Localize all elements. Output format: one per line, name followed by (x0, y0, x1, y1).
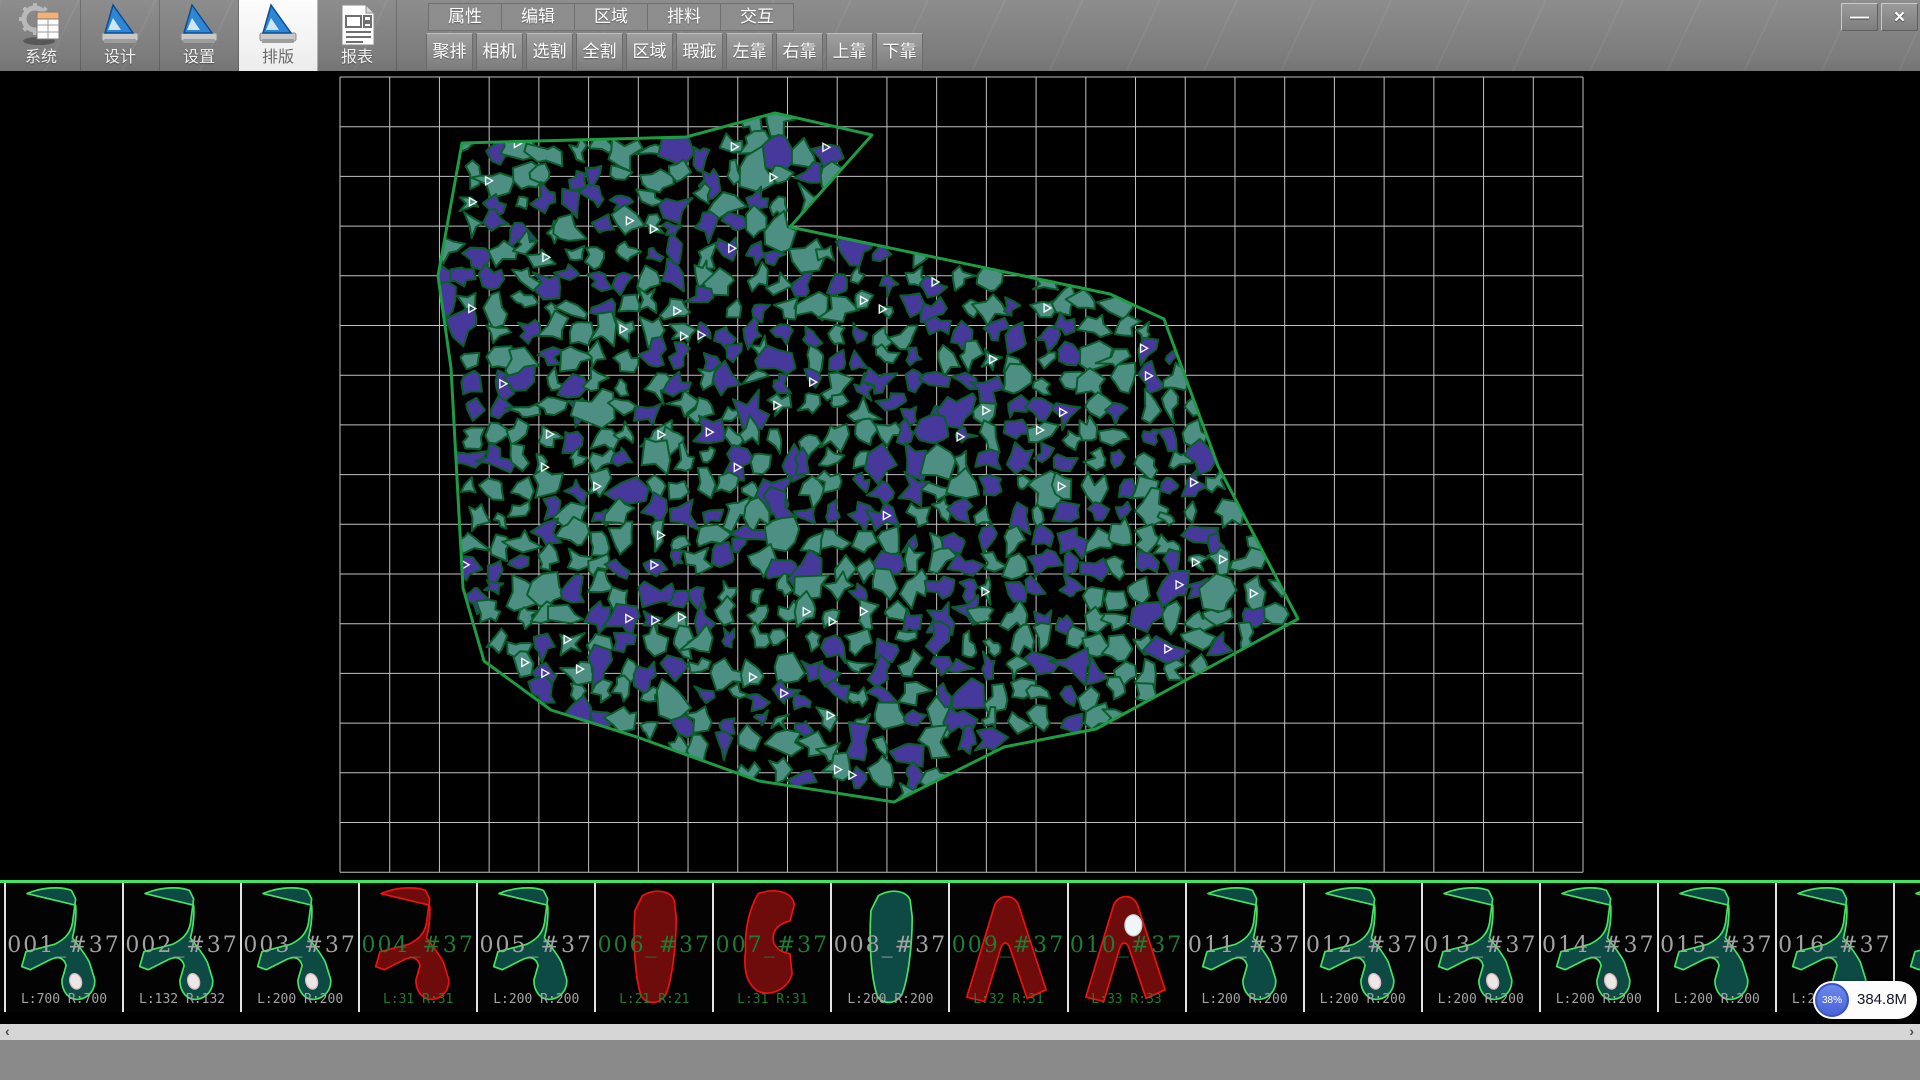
piece-shape (714, 883, 830, 1012)
app-button-label: 排版 (262, 48, 294, 68)
app-button-nesting-ruler[interactable]: 排版 (239, 0, 318, 71)
piece-thumbnail-004-37[interactable]: 004_#37L:31 R:31 (358, 883, 476, 1012)
app-button-settings-ruler[interactable]: 设置 (160, 0, 239, 71)
piece-shape (832, 883, 948, 1012)
piece-thumbnail-009-37[interactable]: 009_#37L:32 R:31 (948, 883, 1066, 1012)
tool-button-4[interactable]: 区域 (626, 33, 673, 71)
menu-tab-0[interactable]: 属性 (428, 3, 502, 31)
tool-button-9[interactable]: 下靠 (876, 33, 923, 71)
piece-shape (6, 883, 122, 1012)
menu-tab-2[interactable]: 区域 (574, 3, 648, 31)
status-bar (0, 1040, 1920, 1080)
piece-shape (596, 883, 712, 1012)
piece-shape (360, 883, 476, 1012)
ribbon-toolbar: 系统 设计 设置 排版 报表 属性编辑区域排料交互 聚排相机选割全割区域瑕疵左靠… (0, 0, 1920, 72)
piece-shape (950, 883, 1066, 1012)
tool-button-6[interactable]: 左靠 (726, 33, 773, 71)
menu-tab-row: 属性编辑区域排料交互 (428, 3, 793, 29)
horizontal-scrollbar[interactable]: ‹ › (0, 1024, 1920, 1040)
close-button[interactable]: × (1881, 3, 1918, 31)
application-window: 系统 设计 设置 排版 报表 属性编辑区域排料交互 聚排相机选割全割区域瑕疵左靠… (0, 0, 1920, 1080)
piece-thumbnail-012-37[interactable]: 012_#37L:200 R:200 (1303, 883, 1421, 1012)
app-button-report[interactable]: 报表 (318, 0, 397, 71)
piece-shape (242, 883, 358, 1012)
tool-button-8[interactable]: 上靠 (826, 33, 873, 71)
nesting-layout-drawing (0, 71, 1920, 880)
piece-thumbnail-001-37[interactable]: 001_#37L:700 R:700 (4, 883, 122, 1012)
progress-circle: 38% (1815, 983, 1849, 1017)
piece-thumbnail-strip: 001_#37L:700 R:700002_#37L:132 R:132003_… (0, 883, 1920, 1012)
app-button-system-gear[interactable]: 系统 (2, 0, 81, 71)
settings-ruler-icon (176, 2, 222, 48)
tool-button-0[interactable]: 聚排 (426, 33, 473, 71)
menu-tab-1[interactable]: 编辑 (501, 3, 575, 31)
tool-button-5[interactable]: 瑕疵 (676, 33, 723, 71)
system-gear-icon (17, 2, 65, 48)
nesting-ruler-icon (255, 2, 301, 48)
app-button-label: 系统 (25, 48, 57, 68)
app-button-label: 设置 (183, 48, 215, 68)
app-button-design-ruler[interactable]: 设计 (81, 0, 160, 71)
tool-button-1[interactable]: 相机 (476, 33, 523, 71)
menu-tab-4[interactable]: 交互 (720, 3, 794, 31)
piece-shape (1305, 883, 1421, 1012)
piece-shape (1187, 883, 1303, 1012)
piece-thumbnail-013-37[interactable]: 013_#37L:200 R:200 (1421, 883, 1539, 1012)
piece-shape (1659, 883, 1775, 1012)
piece-thumbnail-006-37[interactable]: 006_#37L:21 R:21 (594, 883, 712, 1012)
piece-thumbnail-011-37[interactable]: 011_#37L:200 R:200 (1185, 883, 1303, 1012)
minimize-button[interactable]: — (1841, 3, 1878, 31)
piece-thumbnail-014-37[interactable]: 014_#37L:200 R:200 (1539, 883, 1657, 1012)
nesting-canvas[interactable] (0, 71, 1920, 880)
tool-button-2[interactable]: 选割 (526, 33, 573, 71)
tool-button-row: 聚排相机选割全割区域瑕疵左靠右靠上靠下靠 (426, 33, 926, 69)
piece-thumbnail-015-37[interactable]: 015_#37L:200 R:200 (1657, 883, 1775, 1012)
piece-shape (1069, 883, 1185, 1012)
app-button-label: 设计 (104, 48, 136, 68)
piece-shape (1541, 883, 1657, 1012)
tool-button-7[interactable]: 右靠 (776, 33, 823, 71)
piece-thumbnail-002-37[interactable]: 002_#37L:132 R:132 (122, 883, 240, 1012)
memory-status-badge: 38% 384.8M (1813, 981, 1917, 1019)
menu-tab-3[interactable]: 排料 (647, 3, 721, 31)
piece-thumbnail-007-37[interactable]: 007_#37L:31 R:31 (712, 883, 830, 1012)
app-nav-buttons: 系统 设计 设置 排版 报表 (2, 0, 397, 71)
piece-thumbnail-010-37[interactable]: 010_#37L:33 R:33 (1067, 883, 1185, 1012)
piece-shape (478, 883, 594, 1012)
scroll-left-arrow[interactable]: ‹ (5, 1024, 10, 1040)
piece-thumbnail-005-37[interactable]: 005_#37L:200 R:200 (476, 883, 594, 1012)
progress-percent: 38% (1822, 995, 1842, 1006)
tool-button-3[interactable]: 全割 (576, 33, 623, 71)
scroll-right-arrow[interactable]: › (1909, 1024, 1914, 1040)
memory-value: 384.8M (1857, 981, 1907, 1019)
design-ruler-icon (97, 2, 143, 48)
app-button-label: 报表 (341, 48, 373, 68)
piece-shape (124, 883, 240, 1012)
piece-thumbnail-008-37[interactable]: 008_#37L:200 R:200 (830, 883, 948, 1012)
report-icon (335, 2, 379, 48)
window-controls: — × (1841, 3, 1918, 31)
piece-shape (1423, 883, 1539, 1012)
piece-thumbnail-003-37[interactable]: 003_#37L:200 R:200 (240, 883, 358, 1012)
